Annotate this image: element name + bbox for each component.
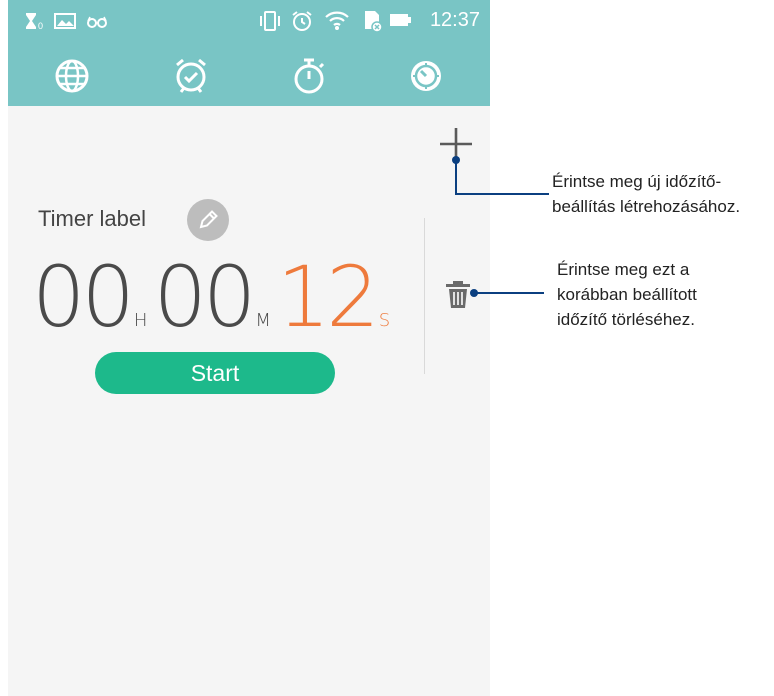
pencil-icon bbox=[199, 210, 218, 229]
tab-world-clock[interactable] bbox=[52, 56, 92, 96]
battery-icon bbox=[390, 13, 412, 32]
wifi-icon bbox=[324, 9, 350, 36]
callout-add-dot bbox=[452, 156, 460, 164]
callout-delete-line-1: Érintse meg ezt a bbox=[557, 260, 690, 279]
hourglass-subscript: 0 bbox=[38, 21, 43, 30]
status-bar: 0 12:37 bbox=[8, 0, 490, 40]
image-icon bbox=[54, 12, 76, 35]
trash-icon bbox=[446, 281, 470, 308]
phone-screen: 0 12:37 Timer label 00 H00 M12 S Start bbox=[8, 0, 490, 696]
vertical-divider bbox=[424, 218, 425, 374]
hours-value[interactable]: 00 bbox=[32, 248, 135, 346]
alarm-clock-icon bbox=[176, 58, 206, 93]
timer-icon bbox=[411, 61, 441, 91]
start-button[interactable]: Start bbox=[95, 352, 335, 394]
callout-add-line-1: Érintse meg új időzítő- bbox=[552, 172, 722, 191]
tab-bar bbox=[8, 40, 490, 106]
tab-timer[interactable] bbox=[406, 56, 446, 96]
hours-unit: H bbox=[133, 310, 148, 331]
callout-delete-line-3: időzítő törléséhez. bbox=[557, 310, 695, 329]
callout-delete-line-2: korábban beállított bbox=[557, 285, 697, 304]
hourglass-icon: 0 bbox=[24, 12, 46, 35]
minutes-value[interactable]: 00 bbox=[153, 248, 256, 346]
callout-delete-line bbox=[473, 292, 544, 294]
delete-timer-button[interactable] bbox=[444, 278, 472, 310]
callout-add-line-horizontal bbox=[455, 193, 549, 195]
timer-display[interactable]: 00 H00 M12 S bbox=[32, 252, 396, 342]
callout-add-line-vertical bbox=[455, 160, 457, 194]
minutes-unit: M bbox=[255, 310, 271, 331]
callout-delete-dot bbox=[470, 289, 478, 297]
status-time: 12:37 bbox=[429, 9, 480, 31]
callout-delete-text: Érintse meg ezt a korábban beállított id… bbox=[557, 257, 697, 332]
vibrate-icon bbox=[258, 10, 282, 37]
timer-label[interactable]: Timer label bbox=[38, 206, 146, 232]
tab-alarm[interactable] bbox=[171, 56, 211, 96]
globe-icon bbox=[55, 59, 89, 93]
edit-label-button[interactable] bbox=[187, 199, 229, 241]
callout-add-text: Érintse meg új időzítő- beállítás létreh… bbox=[552, 169, 740, 219]
stopwatch-icon bbox=[294, 58, 325, 94]
seconds-value[interactable]: 12 bbox=[277, 248, 380, 346]
seconds-unit: S bbox=[378, 310, 391, 331]
callout-add-line-2: beállítás létrehozásához. bbox=[552, 197, 741, 216]
sd-card-icon bbox=[360, 9, 384, 38]
alarm-icon bbox=[290, 9, 314, 38]
tab-stopwatch[interactable] bbox=[289, 56, 329, 96]
glasses-icon bbox=[86, 12, 108, 35]
